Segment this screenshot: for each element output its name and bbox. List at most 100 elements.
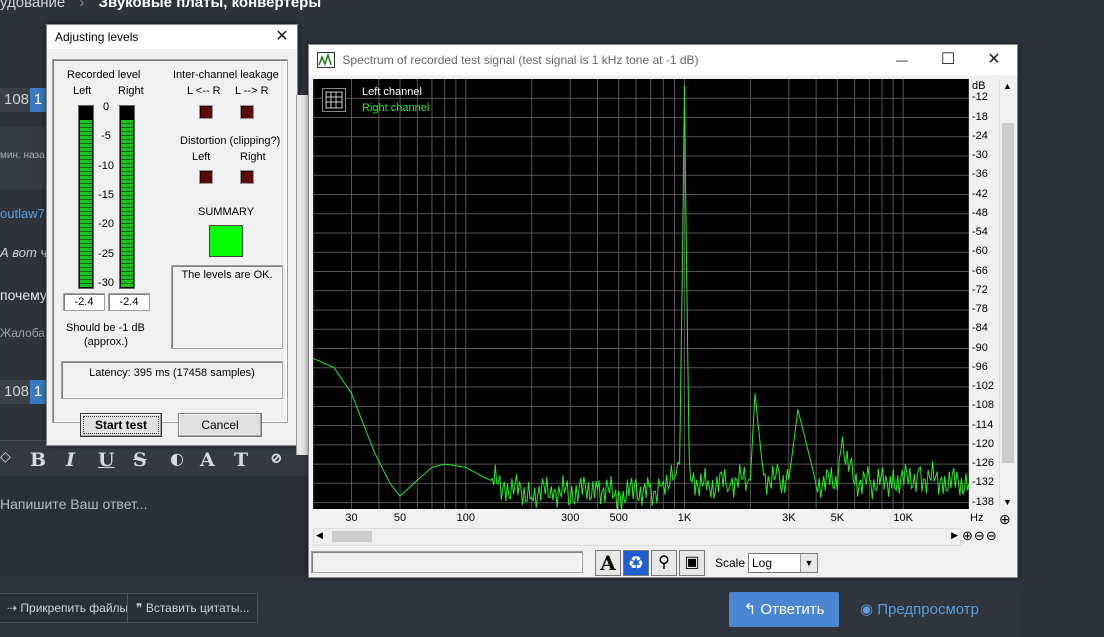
- zoom-out-icon[interactable]: ⊖: [974, 528, 986, 543]
- distortion-label: Distortion (clipping?): [180, 135, 281, 147]
- refresh-icon[interactable]: ♻: [623, 550, 649, 576]
- report-link[interactable]: Жалоба: [0, 326, 45, 340]
- maximize-button[interactable]: ☐: [925, 45, 971, 75]
- x-tick-label: 30: [345, 512, 358, 524]
- x-tick-label: 10K: [893, 512, 913, 524]
- x-tick-label: 1K: [677, 512, 692, 524]
- summary-text-box: The levels are OK.: [171, 265, 283, 349]
- y-tick-label: -18: [972, 110, 988, 123]
- summary-text: The levels are OK.: [181, 269, 273, 281]
- font-button[interactable]: A: [200, 449, 215, 471]
- zoom-controls[interactable]: ⊕⊖⊖: [962, 528, 998, 544]
- y-tick-label: -36: [972, 168, 988, 181]
- recorded-level-label: Recorded level: [67, 69, 141, 81]
- spectrum-title: Spectrum of recorded test signal (test s…: [342, 53, 699, 67]
- start-test-button[interactable]: Start test: [80, 413, 162, 437]
- horizontal-scroll-thumb[interactable]: [332, 531, 372, 542]
- x-tick-label: 3K: [782, 512, 796, 524]
- zoom-icon[interactable]: ⊕: [999, 511, 1011, 528]
- y-tick-label: -48: [972, 206, 988, 219]
- approx-label: (approx.): [84, 336, 129, 348]
- scroll-right-icon[interactable]: ▶: [951, 530, 958, 541]
- reply-arrow-icon: ↰: [743, 601, 757, 618]
- text-tool-icon[interactable]: A: [595, 550, 621, 576]
- question-text: почему: [0, 287, 47, 303]
- scroll-up-icon[interactable]: ▲: [1003, 81, 1012, 91]
- bold-button[interactable]: B: [30, 449, 46, 471]
- page-pill[interactable]: 1: [30, 88, 46, 112]
- y-tick-label: -24: [972, 129, 988, 142]
- leak-l-from-r-indicator: [199, 105, 213, 119]
- horizontal-scrollbar[interactable]: ◀ ▶: [313, 528, 961, 546]
- search-icon[interactable]: ⚲: [651, 550, 677, 576]
- reply-editor[interactable]: Напишите Ваш ответ...: [0, 476, 310, 576]
- italic-button[interactable]: I: [66, 449, 75, 471]
- y-tick-label: -42: [972, 187, 988, 200]
- zoom-reset-icon[interactable]: ⊖: [986, 528, 998, 543]
- underline-button[interactable]: U: [98, 449, 115, 471]
- eraser-icon[interactable]: ◇: [0, 449, 11, 465]
- color-icon[interactable]: ◐: [170, 449, 184, 468]
- dist-left-label: Left: [192, 151, 211, 163]
- paperclip-icon: ⇢: [7, 601, 18, 615]
- cancel-button[interactable]: Cancel: [178, 413, 262, 437]
- y-tick-label: -96: [972, 360, 988, 373]
- y-tick-label: -84: [972, 322, 988, 335]
- insert-quotes-label: Вставить цитаты...: [145, 601, 250, 615]
- legend-right-channel: Right channel: [362, 102, 430, 114]
- adjusting-levels-dialog: Adjusting levels ✕ Recorded level Left R…: [46, 24, 298, 446]
- meter-scale-tick: -20: [98, 218, 114, 231]
- levels-close-button[interactable]: ✕: [267, 25, 297, 49]
- preview-button[interactable]: ◉ Предпросмотр: [860, 600, 979, 618]
- summary-label: SUMMARY: [198, 206, 255, 218]
- levels-title: Adjusting levels: [55, 30, 139, 44]
- y-tick-label: -126: [972, 457, 995, 470]
- breadcrumb-current[interactable]: Звуковые платы, конвертеры: [99, 0, 322, 11]
- leak-l-to-r-indicator: [240, 105, 254, 119]
- vertical-scroll-thumb[interactable]: [1002, 123, 1014, 463]
- save-icon[interactable]: ▣: [679, 550, 705, 576]
- y-tick-label: -78: [972, 303, 988, 316]
- spectrum-plot[interactable]: [313, 79, 969, 509]
- attach-files-label: Прикрепить файлы: [20, 601, 129, 615]
- page-pill-2[interactable]: 1: [30, 380, 46, 404]
- levels-titlebar: Adjusting levels ✕: [47, 25, 297, 49]
- x-tick-label: 5K: [830, 512, 845, 524]
- dist-right-label: Right: [240, 151, 266, 163]
- vertical-scrollbar[interactable]: ▲ ▼: [999, 79, 1016, 509]
- meter-scale-tick: -10: [98, 159, 114, 172]
- y-tick-label: -114: [972, 418, 994, 431]
- status-field: [311, 551, 583, 573]
- x-tick-label: 100: [456, 512, 476, 524]
- y-tick-label: -60: [972, 245, 988, 258]
- meter-scale-tick: -25: [98, 247, 114, 260]
- scale-select[interactable]: Log ▼: [748, 553, 818, 573]
- link-icon[interactable]: ⊘: [270, 449, 283, 467]
- quote-icon: ❞: [136, 601, 143, 615]
- y-tick-label: -90: [972, 341, 988, 354]
- y-tick-label: -120: [972, 437, 995, 450]
- plot-grid-icon[interactable]: [322, 88, 346, 112]
- x-tick-label: 50: [393, 512, 407, 524]
- y-tick-label: -72: [972, 283, 988, 296]
- close-button[interactable]: ✕: [971, 45, 1017, 75]
- minimize-button[interactable]: —: [879, 45, 925, 75]
- reply-button[interactable]: ↰ Ответить: [729, 592, 839, 627]
- leak-l-to-r-label: L --> R: [235, 85, 269, 97]
- zoom-in-icon[interactable]: ⊕: [962, 528, 974, 543]
- strike-button[interactable]: S: [133, 449, 147, 471]
- breadcrumb-prefix[interactable]: удование: [0, 0, 65, 11]
- scroll-down-icon[interactable]: ▼: [1003, 497, 1012, 507]
- preview-button-label: Предпросмотр: [877, 601, 979, 618]
- scroll-left-icon[interactable]: ◀: [316, 530, 323, 541]
- insert-quotes-button[interactable]: ❞ Вставить цитаты...: [127, 593, 259, 623]
- user-link[interactable]: outlaw7: [0, 206, 45, 221]
- attach-files-button[interactable]: ⇢ Прикрепить файлы: [0, 593, 138, 623]
- size-button[interactable]: T: [234, 449, 248, 471]
- left-level-meter: [78, 105, 94, 289]
- chevron-down-icon[interactable]: ▼: [800, 554, 817, 572]
- latency-text: Latency: 395 ms (17458 samples): [89, 367, 255, 379]
- x-tick-label: 300: [560, 512, 580, 524]
- left-level-fill: [80, 119, 92, 287]
- breadcrumb: удование › Звуковые платы, конвертеры: [0, 0, 321, 11]
